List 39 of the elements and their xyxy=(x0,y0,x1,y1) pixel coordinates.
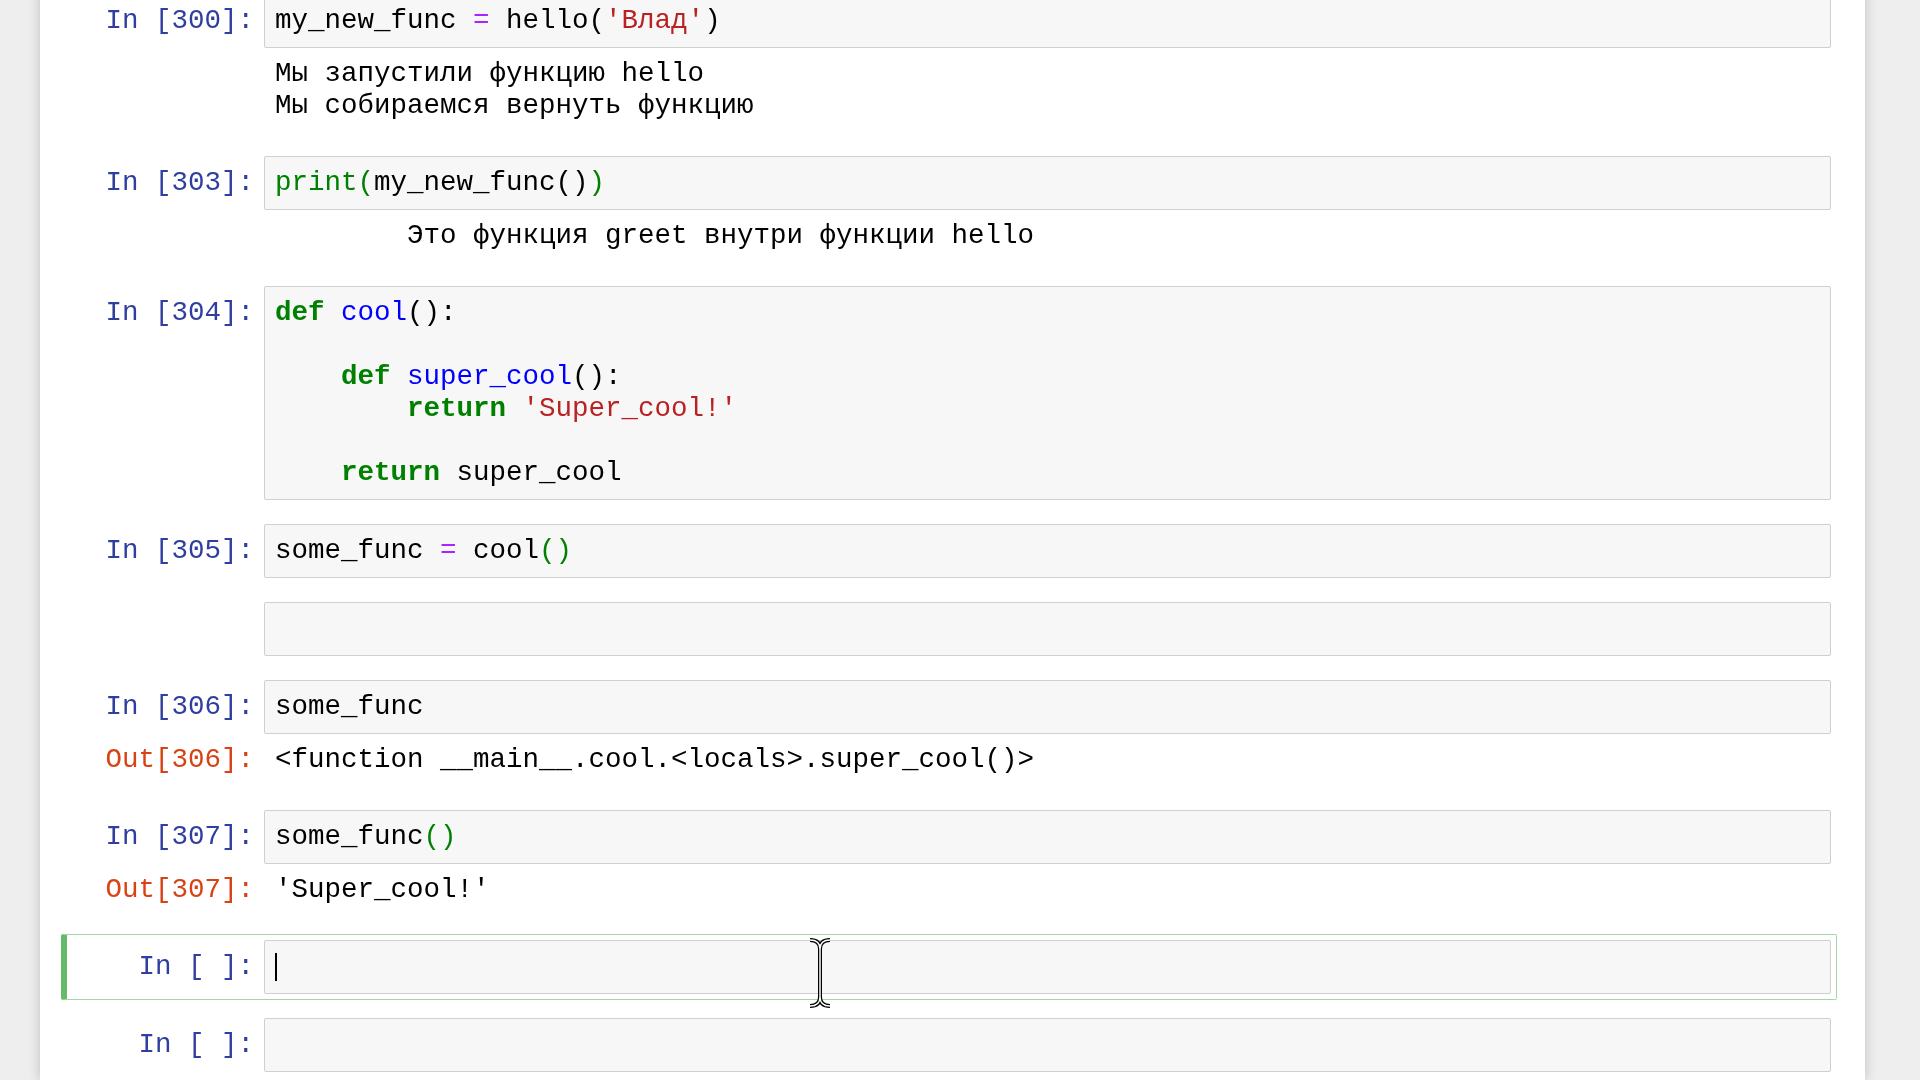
notebook-cell[interactable]: In [307]: some_func() Out[307]: 'Super_cool!' xyxy=(61,804,1837,922)
code-input[interactable] xyxy=(264,940,1831,994)
output-text: <function __main__.cool.<locals>.super_cool()> xyxy=(274,744,1036,776)
notebook-cell[interactable]: In [305]: some_func = cool() xyxy=(61,518,1837,584)
output-prompt: Out[307]: xyxy=(104,874,254,906)
code-input[interactable] xyxy=(264,602,1831,656)
code-line: print(my_new_func()) xyxy=(275,167,607,199)
output-text: Мы собираемся вернуть функцию xyxy=(274,90,755,122)
code-input[interactable]: my_new_func = hello('Влад') xyxy=(264,0,1831,48)
code-line: return super_cool xyxy=(341,457,623,489)
text-cursor-icon xyxy=(807,937,833,1009)
output-text: Мы запустили функцию hello xyxy=(274,58,706,90)
code-line: return 'Super_cool!' xyxy=(407,393,739,425)
input-prompt: In [304]: xyxy=(104,296,254,329)
input-prompt: In [303]: xyxy=(104,166,254,199)
input-prompt: In [305]: xyxy=(104,534,254,567)
code-input[interactable]: some_func() xyxy=(264,810,1831,864)
notebook-cell[interactable]: In [306]: some_func Out[306]: <function __main__.cool.<locals>.super_cool()> xyxy=(61,674,1837,792)
code-line: def super_cool(): xyxy=(341,361,623,393)
input-prompt: In [300]: xyxy=(104,4,254,37)
code-input[interactable]: print(my_new_func()) xyxy=(264,156,1831,210)
input-prompt: In [ ]: xyxy=(137,950,254,983)
output-text: Это функция greet внутри функции hello xyxy=(406,220,1036,252)
code-input[interactable] xyxy=(264,1018,1831,1072)
notebook-cell[interactable]: In [303]: print(my_new_func()) Это функция greet внутри функции hello xyxy=(61,150,1837,268)
code-line: def cool(): xyxy=(275,297,458,329)
code-line: some_func = cool() xyxy=(275,535,574,567)
code-line: my_new_func = hello('Влад') xyxy=(275,5,722,37)
code-input[interactable]: some_func xyxy=(264,680,1831,734)
code-line: some_func() xyxy=(275,821,458,853)
notebook-cell[interactable]: In [300]: my_new_func = hello('Влад') Мы запустили функцию hello Мы собираемся вернуть функцию xyxy=(61,0,1837,138)
code-input[interactable]: some_func = cool() xyxy=(264,524,1831,578)
input-prompt: In [306]: xyxy=(104,690,254,723)
input-prompt: In [307]: xyxy=(104,820,254,853)
output-text: 'Super_cool!' xyxy=(274,874,491,906)
notebook-cell[interactable]: In [ ]: xyxy=(61,1012,1837,1078)
input-prompt: In [ ]: xyxy=(137,1028,254,1061)
output-prompt: Out[306]: xyxy=(104,744,254,776)
code-line: some_func xyxy=(275,691,425,723)
